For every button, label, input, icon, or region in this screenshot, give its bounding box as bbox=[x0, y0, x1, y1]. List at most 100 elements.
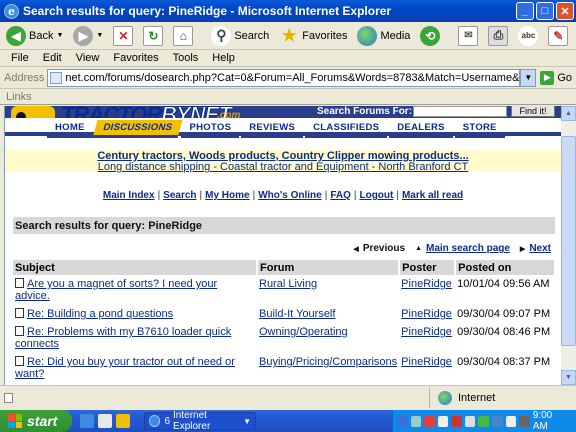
status-bar: Internet bbox=[0, 385, 576, 410]
research-button[interactable]: ✎ bbox=[546, 24, 570, 48]
desktop-quicklaunch-icon[interactable] bbox=[98, 414, 112, 428]
link-my-home[interactable]: My Home bbox=[205, 190, 249, 201]
table-row: Re: Building a pond questions Build-It Y… bbox=[13, 305, 555, 323]
ie-taskbar-icon bbox=[149, 415, 161, 427]
subject-link[interactable]: Re: Problems with my B7610 loader quick … bbox=[15, 326, 231, 350]
find-it-button[interactable]: Find it! bbox=[511, 106, 555, 117]
poster-link[interactable]: PineRidge bbox=[401, 326, 452, 338]
pager-previous[interactable]: ◀ Previous bbox=[353, 243, 405, 254]
tray-app-icon[interactable] bbox=[410, 415, 422, 427]
chevron-down-icon: ▼ bbox=[243, 416, 251, 426]
explorer-quicklaunch-icon[interactable] bbox=[116, 414, 130, 428]
link-logout[interactable]: Logout bbox=[359, 190, 393, 201]
favorites-button[interactable]: ★ Favorites bbox=[277, 24, 349, 48]
nav-classifieds[interactable]: CLASSIFIEDS bbox=[305, 120, 388, 138]
tray-app-icon[interactable] bbox=[397, 415, 408, 427]
nav-home[interactable]: HOME bbox=[47, 120, 93, 138]
back-button[interactable]: ◀ Back ▼ bbox=[4, 24, 65, 48]
home-icon: ⌂ bbox=[173, 25, 194, 46]
chevron-down-icon[interactable]: ▼ bbox=[96, 32, 103, 39]
tray-app-icon[interactable] bbox=[505, 415, 517, 427]
subject-link[interactable]: Re: Building a pond questions bbox=[27, 308, 173, 320]
mail-button[interactable]: ✉ bbox=[456, 24, 480, 48]
menu-edit[interactable]: Edit bbox=[36, 52, 69, 64]
forum-link[interactable]: Buying/Pricing/Comparisons bbox=[259, 356, 397, 368]
home-button[interactable]: ⌂ bbox=[171, 24, 195, 48]
go-label: Go bbox=[557, 71, 572, 84]
back-label: Back bbox=[29, 29, 54, 42]
forum-link[interactable]: Rural Living bbox=[259, 278, 317, 290]
link-mark-all-read[interactable]: Mark all read bbox=[402, 190, 463, 201]
link-search[interactable]: Search bbox=[163, 190, 196, 201]
scroll-up-button[interactable]: ▲ bbox=[561, 106, 576, 121]
tray-app-icon[interactable] bbox=[478, 415, 490, 427]
maximize-button[interactable]: □ bbox=[536, 2, 554, 20]
address-input[interactable]: net.com/forums/dosearch.php?Cat=0&Forum=… bbox=[47, 68, 521, 87]
subject-link[interactable]: Re: Did you buy your tractor out of need… bbox=[15, 356, 235, 380]
address-dropdown-button[interactable]: ▼ bbox=[520, 68, 537, 87]
minimize-button[interactable]: _ bbox=[516, 2, 534, 20]
nav-photos[interactable]: PHOTOS bbox=[181, 120, 240, 138]
menu-help[interactable]: Help bbox=[205, 52, 242, 64]
chevron-down-icon[interactable]: ▼ bbox=[56, 32, 63, 39]
forum-links: Main Index | Search | My Home | Who's Online | F… bbox=[102, 190, 464, 201]
forward-button[interactable]: ▶ ▼ bbox=[71, 24, 105, 48]
link-main-index[interactable]: Main Index bbox=[103, 190, 155, 201]
tray-app-icon[interactable] bbox=[451, 415, 462, 427]
subject-link[interactable]: Are you a magnet of sorts? I need your a… bbox=[15, 278, 217, 302]
print-button[interactable]: ⎙ bbox=[486, 24, 510, 48]
title-bar[interactable]: e Search results for query: PineRidge - … bbox=[0, 0, 576, 22]
scroll-down-button[interactable]: ▼ bbox=[561, 370, 576, 385]
menu-file[interactable]: File bbox=[4, 52, 36, 64]
nav-store[interactable]: STORE bbox=[454, 120, 505, 138]
media-label: Media bbox=[380, 29, 411, 42]
taskbar-ie-group[interactable]: 6 Internet Explorer ▼ bbox=[144, 410, 256, 432]
address-label: Address bbox=[4, 71, 45, 84]
spellcheck-button[interactable]: abc bbox=[516, 24, 540, 48]
triangle-left-icon: ◀ bbox=[353, 245, 359, 253]
vertical-scrollbar[interactable]: ▲ ▼ bbox=[561, 106, 576, 385]
favorites-label: Favorites bbox=[302, 29, 348, 42]
ie-quicklaunch-icon[interactable] bbox=[80, 414, 94, 428]
promo-link-2[interactable]: Long distance shipping - Coastal tractor… bbox=[5, 162, 561, 173]
menu-view[interactable]: View bbox=[69, 52, 107, 64]
go-button[interactable]: ▶ Go bbox=[540, 70, 572, 85]
post-icon bbox=[15, 308, 24, 318]
links-bar[interactable]: Links bbox=[0, 89, 576, 105]
poster-link[interactable]: PineRidge bbox=[401, 278, 452, 290]
stop-button[interactable]: ✕ bbox=[111, 24, 135, 48]
nav-discussions[interactable]: DISCUSSIONS bbox=[92, 120, 182, 138]
results-title: Search results for query: PineRidge bbox=[13, 217, 555, 234]
history-button[interactable]: ⟲ bbox=[418, 24, 442, 48]
scroll-thumb[interactable] bbox=[561, 136, 576, 346]
page-status-icon bbox=[4, 393, 13, 403]
main-search-link[interactable]: Main search page bbox=[426, 243, 510, 254]
pager-main[interactable]: ▲ Main search page bbox=[415, 243, 510, 254]
tray-app-icon[interactable] bbox=[464, 415, 476, 427]
zone-label: Internet bbox=[458, 392, 496, 404]
tray-app-icon[interactable] bbox=[424, 415, 435, 427]
poster-link[interactable]: PineRidge bbox=[401, 308, 452, 320]
poster-link[interactable]: PineRidge bbox=[401, 356, 452, 368]
menu-favorites[interactable]: Favorites bbox=[106, 52, 165, 64]
forum-link[interactable]: Build-It Yourself bbox=[259, 308, 335, 320]
link-faq[interactable]: FAQ bbox=[330, 190, 351, 201]
menu-tools[interactable]: Tools bbox=[166, 52, 206, 64]
start-button[interactable]: start bbox=[0, 410, 72, 432]
ie-logo-icon: e bbox=[4, 3, 19, 19]
close-button[interactable]: ✕ bbox=[556, 2, 574, 20]
search-forums-input[interactable] bbox=[413, 106, 507, 117]
refresh-button[interactable]: ↻ bbox=[141, 24, 165, 48]
tray-app-icon[interactable] bbox=[492, 415, 503, 427]
pager-next[interactable]: ▶ Next bbox=[520, 243, 551, 254]
tray-app-icon[interactable] bbox=[437, 415, 449, 427]
volume-icon[interactable] bbox=[519, 415, 530, 427]
task-label: Internet Explorer bbox=[173, 410, 211, 432]
link-whos-online[interactable]: Who's Online bbox=[258, 190, 322, 201]
nav-reviews[interactable]: REVIEWS bbox=[241, 120, 304, 138]
next-link[interactable]: Next bbox=[529, 243, 551, 254]
media-button[interactable]: Media bbox=[355, 24, 412, 48]
search-button[interactable]: ⚲ Search bbox=[209, 24, 271, 48]
nav-dealers[interactable]: DEALERS bbox=[389, 120, 453, 138]
forum-link[interactable]: Owning/Operating bbox=[259, 326, 348, 338]
